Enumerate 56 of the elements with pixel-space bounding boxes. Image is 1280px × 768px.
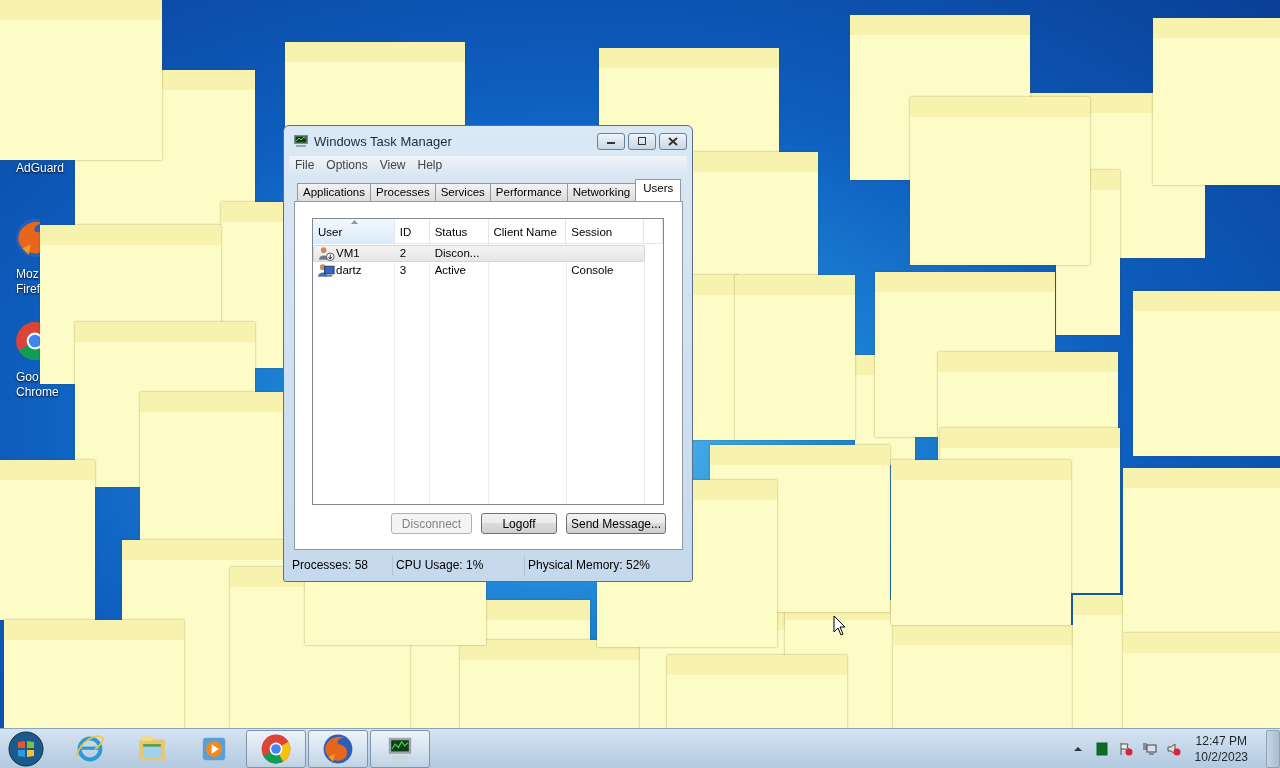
monitor-icon [293,134,309,148]
sort-arrow-icon [351,220,358,224]
tab[interactable]: Performance [489,183,568,201]
column-header[interactable]: Client Name [488,219,567,243]
maximize-icon [637,137,647,145]
menu-item[interactable]: File [289,156,321,174]
table-cell: Console [571,263,614,278]
table-row[interactable]: dartz 3 Active Console [313,262,645,279]
menu-item[interactable]: View [373,156,412,174]
icon-label[interactable]: AdGuard [10,161,65,176]
icon-label[interactable]: Goo [10,370,39,385]
network-icon[interactable] [1142,741,1157,756]
status-text: Physical Memory: 52% [527,557,652,574]
menu-item[interactable]: Options [320,156,374,174]
column-header[interactable]: User [313,219,395,243]
icon-label[interactable]: Moz [10,267,39,282]
flag-icon[interactable] [1118,741,1133,756]
column-header[interactable]: Status [429,219,489,243]
close-button[interactable] [659,132,687,150]
user-icon [318,246,335,261]
icon-label[interactable]: Firef [10,282,40,297]
start-button[interactable] [6,729,46,768]
cursor-icon [833,615,846,636]
tab[interactable]: Processes [370,183,436,201]
table-cell: dartz [336,263,362,278]
table-cell: 3 [399,263,407,278]
clock-time[interactable]: 12:47 PM [1195,732,1247,749]
square-icon[interactable] [1094,741,1109,756]
tab[interactable]: Networking [566,183,637,201]
speaker-icon[interactable] [1166,741,1181,756]
tab[interactable]: Services [434,183,491,201]
minimize-button[interactable] [597,132,625,150]
menu-item[interactable]: Help [411,156,449,174]
status-text: Processes: 58 [289,555,393,576]
action-button[interactable]: Logoff [481,513,557,534]
table-cell: Discon... [434,246,480,261]
tab[interactable]: Applications [297,183,371,201]
close-icon [668,136,678,146]
table-row[interactable]: VM1 2 Discon... [313,245,645,262]
action-button[interactable]: Send Message... [566,513,666,534]
browser-icon [321,732,355,765]
column-header[interactable]: ID [394,219,430,243]
column-header[interactable]: Session [566,219,645,243]
table-cell: Active [434,263,466,278]
taskbar-button[interactable] [370,729,430,768]
browser-icon [259,732,293,765]
status-text: CPU Usage: 1% [393,555,525,576]
table-cell: 2 [399,246,407,261]
user-icon [318,263,335,278]
taskbar-button[interactable] [308,729,368,768]
window-title: Windows Task Manager [314,133,452,149]
maximize-button[interactable] [628,132,656,150]
tab[interactable]: Users [635,179,682,201]
clock-date[interactable]: 10/2/2023 [1194,748,1248,765]
table-cell: VM1 [336,246,360,261]
icon-label[interactable]: Chrome [10,385,59,400]
